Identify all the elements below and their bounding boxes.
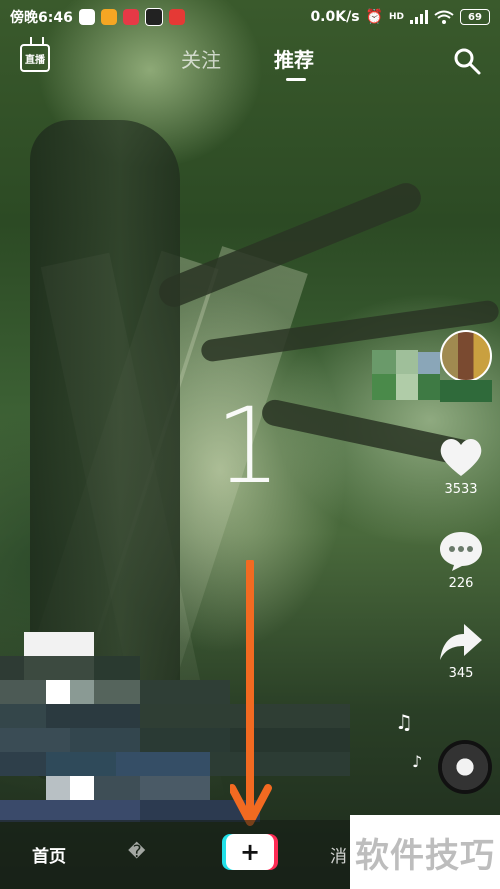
annotation-arrow	[230, 560, 272, 826]
pixelated-region	[372, 374, 396, 400]
watermark: 软件技巧	[350, 815, 500, 889]
step-number: 1	[215, 385, 282, 507]
battery-indicator: 69	[460, 9, 490, 25]
message-notification-icon	[78, 9, 95, 25]
music-note-icon: ♪	[412, 752, 423, 771]
share-button[interactable]: 345	[436, 622, 486, 681]
like-count: 3533	[444, 482, 478, 497]
pixelated-region	[418, 352, 440, 374]
wifi-icon	[434, 10, 454, 24]
tab-following[interactable]: 关注	[181, 44, 221, 73]
active-tab-indicator	[286, 78, 306, 81]
nav-item-partial[interactable]: �	[128, 842, 145, 862]
share-count: 345	[448, 666, 474, 681]
pixelated-region	[396, 350, 418, 374]
live-label: 直播	[25, 54, 45, 66]
create-video-button[interactable]: +	[222, 834, 278, 870]
alarm-icon: ⏰	[365, 9, 383, 25]
top-nav: 直播 关注 推荐	[0, 38, 500, 86]
music-note-icon: ♫	[395, 710, 413, 734]
app-notification-icon	[100, 9, 117, 25]
search-icon[interactable]	[452, 46, 482, 76]
comment-button[interactable]: 226	[436, 530, 486, 591]
battery-level: 69	[468, 11, 482, 23]
status-bar: 傍晚6:46 0.0K/s ⏰ HD 69	[0, 0, 500, 34]
pixelated-region	[372, 350, 396, 374]
pixelated-description	[0, 632, 350, 822]
creator-avatar[interactable]	[440, 330, 492, 382]
network-type: HD	[388, 12, 404, 22]
comment-count: 226	[448, 576, 474, 591]
signal-icon	[410, 10, 428, 24]
status-time: 傍晚6:46	[10, 10, 73, 26]
heart-icon	[440, 439, 482, 476]
app-notification-icon	[168, 9, 185, 25]
app-notification-icon	[122, 9, 139, 25]
network-speed: 0.0K/s	[310, 9, 360, 25]
comment-icon	[440, 532, 482, 571]
pixelated-region	[418, 374, 440, 400]
like-button[interactable]: 3533	[436, 436, 486, 497]
pixelated-region	[440, 380, 492, 402]
share-arrow-icon	[440, 624, 482, 660]
nav-messages[interactable]: 消	[330, 842, 347, 867]
music-disc[interactable]	[438, 740, 492, 794]
nav-home[interactable]: 首页	[32, 842, 66, 867]
pixelated-region	[396, 374, 418, 400]
live-tv-icon[interactable]: 直播	[20, 44, 50, 72]
app-notification-icon	[144, 8, 163, 26]
plus-icon: +	[226, 834, 274, 870]
tab-recommended[interactable]: 推荐	[274, 44, 314, 73]
